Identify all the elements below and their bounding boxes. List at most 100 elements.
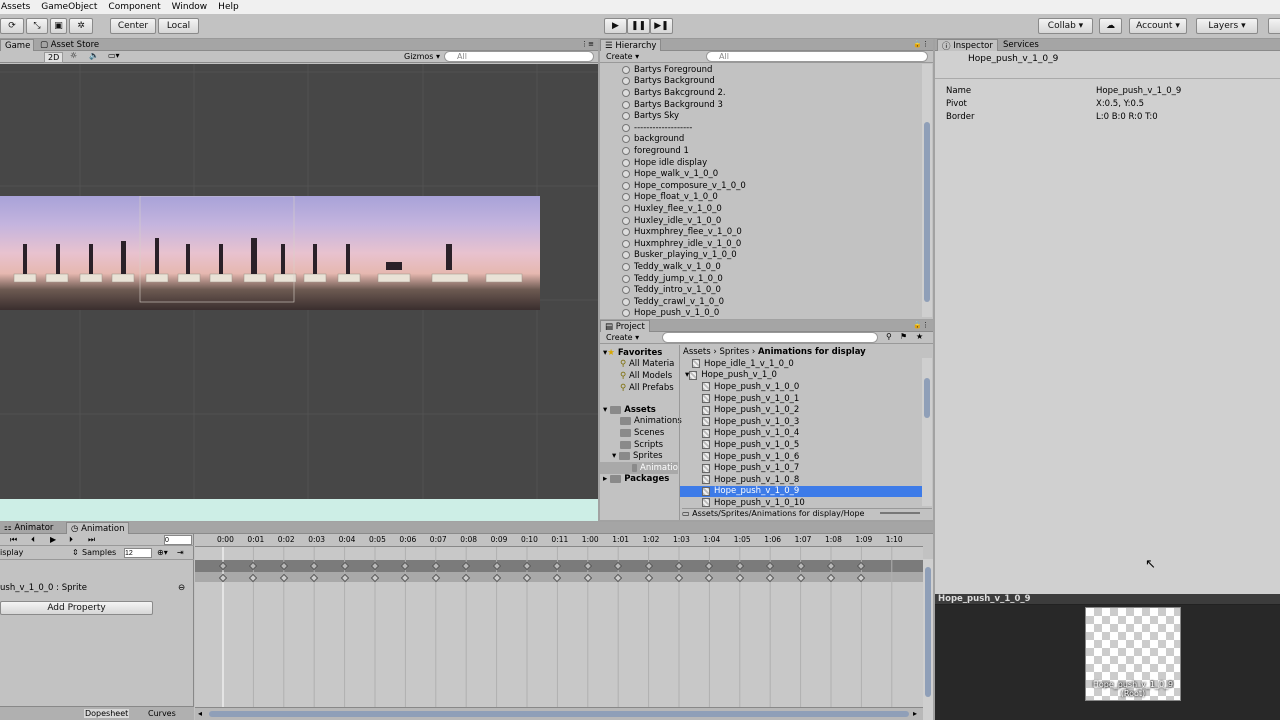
image-effects-icon[interactable]: ▭▾ — [108, 51, 120, 60]
summary-keyframe[interactable] — [249, 561, 258, 571]
sprite-keyframe[interactable] — [583, 573, 593, 583]
samples-input[interactable] — [124, 548, 152, 558]
rect-tool-icon[interactable]: ▣ — [50, 18, 67, 34]
sprite-keyframe[interactable] — [279, 573, 289, 583]
summary-keyframe[interactable] — [401, 561, 410, 571]
file-item[interactable]: Hope_push_v_1_0_0 — [680, 381, 922, 393]
file-item-selected[interactable]: Hope_push_v_1_0_9 — [680, 485, 922, 498]
favorites-node[interactable]: ▾ ★ Favorites — [603, 347, 662, 359]
last-key-icon[interactable]: ⏭ — [88, 535, 95, 545]
hierarchy-item[interactable]: Hope_walk_v_1_0_0 — [622, 168, 718, 180]
menu-assets[interactable]: Assets — [0, 2, 35, 12]
sprite-keyframe[interactable] — [826, 573, 836, 583]
folder-item[interactable]: Animations — [620, 416, 682, 428]
file-item[interactable]: Hope_push_v_1_0_3 — [680, 416, 922, 428]
tab-services[interactable]: Services — [999, 39, 1043, 51]
dopesheet-timeline[interactable]: 0:00 0:01 0:02 0:03 0:04 0:05 0:06 0:07 0:08 0:09… — [195, 534, 923, 720]
file-item[interactable]: Hope_push_v_1_0_7 — [680, 462, 922, 474]
summary-keyframe[interactable] — [674, 561, 684, 571]
hierarchy-item[interactable]: Hope_float_v_1_0_0 — [622, 192, 718, 204]
pivot-local-toggle[interactable]: Local — [158, 18, 199, 34]
summary-keyframe[interactable] — [461, 561, 471, 571]
summary-keyframe[interactable] — [826, 561, 836, 571]
layers-dropdown[interactable]: Layers ▾ — [1196, 18, 1258, 34]
favorite-item[interactable]: ⚲ All Materia — [620, 359, 674, 371]
pause-button[interactable]: ❚❚ — [627, 18, 650, 34]
next-key-icon[interactable]: ⏵ — [69, 535, 73, 545]
scene-viewport[interactable] — [0, 64, 598, 499]
favorite-star-icon[interactable]: ★ — [916, 332, 923, 341]
add-keyframe-icon[interactable]: ⊕▾ — [157, 548, 168, 557]
file-item[interactable]: Hope_push_v_1_0_10 — [680, 497, 922, 508]
summary-keyframe[interactable] — [765, 561, 775, 571]
add-event-icon[interactable]: ⇥ — [177, 548, 184, 557]
sprite-keyframe[interactable] — [553, 573, 562, 583]
curves-tab[interactable]: Curves — [148, 709, 176, 718]
sprite-keyframe[interactable] — [370, 573, 380, 583]
folder-item[interactable]: ▾ Sprites — [612, 450, 663, 462]
breadcrumb-current[interactable]: Animations for display — [758, 347, 866, 357]
panel-menu-icon[interactable]: ⋮≡ — [581, 40, 594, 48]
light-icon[interactable]: ☼ — [70, 51, 77, 60]
layout-dropdown[interactable] — [1268, 18, 1280, 34]
summary-keyframe[interactable] — [705, 561, 714, 571]
sprite-keyframe[interactable] — [492, 573, 501, 583]
hierarchy-item[interactable]: Huxley_idle_v_1_0_0 — [622, 215, 721, 227]
sprite-keyframe[interactable] — [401, 573, 410, 583]
play-button[interactable]: ▶ — [604, 18, 627, 34]
summary-keyframe[interactable] — [735, 561, 745, 571]
timeline-vscroll-thumb[interactable] — [925, 567, 931, 697]
project-scrollbar[interactable] — [922, 358, 932, 506]
project-scroll-thumb[interactable] — [924, 378, 930, 418]
summary-keyframe[interactable] — [644, 561, 653, 571]
summary-keyframe[interactable] — [522, 561, 532, 571]
project-create-dropdown[interactable]: Create ▾ — [606, 333, 639, 342]
hierarchy-scrollbar[interactable] — [922, 64, 932, 317]
sprite-keyframe[interactable] — [765, 573, 775, 583]
hierarchy-item[interactable]: foreground 1 — [622, 145, 689, 157]
hierarchy-item[interactable]: background — [622, 134, 684, 146]
sprite-keyframe[interactable] — [218, 573, 228, 583]
transform-tool-icon[interactable]: ✲ — [69, 18, 93, 34]
tab-hierarchy[interactable]: ☰ Hierarchy — [600, 39, 662, 51]
step-button[interactable]: ▶❚ — [650, 18, 673, 34]
summary-keyframe[interactable] — [309, 561, 319, 571]
hierarchy-item[interactable]: Hope_composure_v_1_0_0 — [622, 180, 746, 192]
file-item[interactable]: ▾ Hope_push_v_1_0 — [680, 370, 922, 382]
hierarchy-item[interactable]: Huxley_flee_v_1_0_0 — [622, 203, 722, 215]
icon-size-slider[interactable] — [880, 512, 920, 514]
menu-help[interactable]: Help — [217, 2, 244, 12]
first-key-icon[interactable]: ⏮ — [10, 535, 17, 545]
file-item[interactable]: Hope_push_v_1_0_6 — [680, 451, 922, 463]
summary-keyframe[interactable] — [370, 561, 380, 571]
file-item[interactable]: Hope_push_v_1_0_4 — [680, 428, 922, 440]
hierarchy-search-input[interactable]: All — [706, 51, 928, 62]
clip-dropdown[interactable]: isplay — [0, 548, 23, 557]
file-item[interactable]: Hope_push_v_1_0_2 — [680, 404, 922, 416]
project-search-input[interactable] — [662, 332, 878, 343]
hierarchy-item[interactable]: Bartys Foreground — [622, 64, 712, 76]
file-item[interactable]: Hope_idle_1_v_1_0_0 — [680, 358, 922, 370]
hierarchy-scroll-thumb[interactable] — [924, 122, 930, 302]
frame-input[interactable] — [164, 535, 192, 545]
scale-tool-icon[interactable]: ⤡ — [26, 18, 48, 34]
sprite-keyframe[interactable] — [340, 573, 349, 583]
tab-animator[interactable]: ⚏ Animator — [0, 522, 57, 534]
tab-inspector[interactable]: ⓘ Inspector — [937, 39, 998, 52]
hierarchy-item[interactable]: Bartys Background 3 — [622, 99, 723, 111]
sprite-keyframe[interactable] — [309, 573, 319, 583]
timeline-hscrollbar[interactable]: ◂ ▸ — [195, 707, 923, 720]
summary-keyframe[interactable] — [553, 561, 562, 571]
favorite-item[interactable]: ⚲ All Prefabs — [620, 382, 674, 394]
hierarchy-item[interactable]: Bartys Sky — [622, 110, 679, 122]
hierarchy-item[interactable]: Busker_playing_v_1_0_0 — [622, 250, 737, 262]
sprite-keyframe[interactable] — [461, 573, 471, 583]
summary-keyframe[interactable] — [279, 561, 289, 571]
sprite-keyframe[interactable] — [249, 573, 258, 583]
file-item[interactable]: Hope_push_v_1_0_8 — [680, 474, 922, 486]
scene-search-input[interactable]: All — [444, 51, 594, 62]
account-dropdown[interactable]: Account ▾ — [1129, 18, 1187, 34]
hierarchy-item[interactable]: Bartys Background — [622, 76, 715, 88]
timeline-scroll-thumb[interactable] — [209, 711, 909, 717]
breadcrumb-sprites[interactable]: Sprites — [719, 347, 749, 357]
